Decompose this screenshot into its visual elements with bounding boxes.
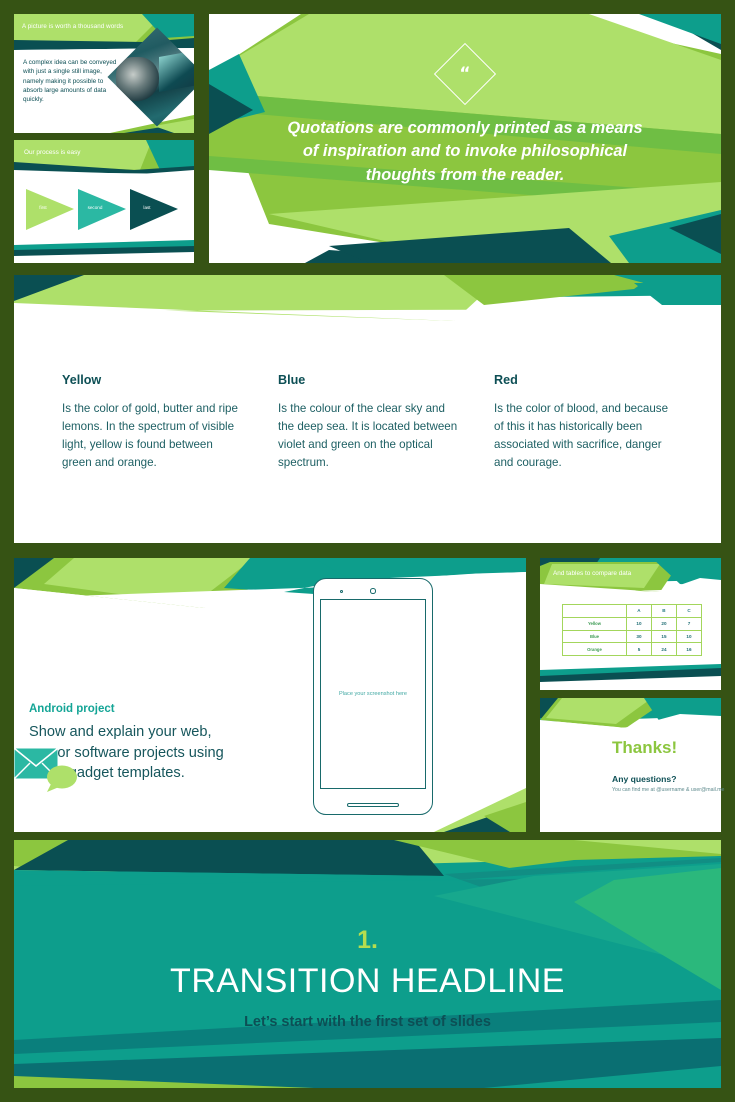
slide-thanks[interactable] bbox=[540, 698, 721, 832]
process-slide-title: Our process is easy bbox=[24, 149, 81, 156]
speech-bubble-icon bbox=[47, 765, 77, 792]
phone-screen-placeholder[interactable]: Place your screenshot here bbox=[320, 599, 426, 789]
color-column-list: Yellow Is the color of gold, butter and … bbox=[62, 373, 683, 472]
picture-slide-title: A picture is worth a thousand words bbox=[22, 23, 124, 30]
picture-slide-body: A complex idea can be conveyed with just… bbox=[23, 59, 117, 104]
column-title-blue: Blue bbox=[278, 373, 306, 387]
process-step-label-3: last bbox=[143, 205, 151, 210]
color-column-red: Red Is the color of blood, and because o… bbox=[494, 373, 674, 472]
color-column-blue: Blue Is the colour of the clear sky and … bbox=[278, 373, 458, 472]
table-cell-2-b: 15 bbox=[650, 629, 677, 644]
process-step-label-2: second bbox=[87, 205, 103, 210]
column-title-yellow: Yellow bbox=[62, 373, 102, 387]
table-row: Yellow 10 20 7 bbox=[562, 616, 703, 631]
slide-android-project[interactable] bbox=[14, 558, 526, 832]
phone-mockup[interactable]: Place your screenshot here bbox=[313, 578, 433, 815]
android-slide-background bbox=[14, 558, 526, 832]
phone-speaker-icon bbox=[347, 803, 399, 807]
quote-mark-icon: “ bbox=[459, 63, 471, 84]
table-row: Orange 5 24 16 bbox=[562, 642, 703, 657]
process-step-label-1: first bbox=[39, 205, 47, 210]
thanks-subtitle: Any questions? bbox=[612, 774, 677, 784]
comparison-table: A B C Yellow 10 20 7 Blue 30 15 10 Orang… bbox=[562, 604, 703, 657]
table-cell-3-b: 24 bbox=[650, 642, 677, 657]
table-cell-1-a: 10 bbox=[625, 616, 652, 631]
phone-placeholder-text: Place your screenshot here bbox=[338, 691, 408, 697]
table-cell-3-c: 16 bbox=[675, 642, 703, 657]
table-cell-1-c: 7 bbox=[675, 616, 703, 631]
table-col-blank bbox=[562, 604, 627, 618]
table-col-c: C bbox=[675, 604, 703, 618]
table-slide-title: And tables to compare data bbox=[553, 570, 632, 577]
table-row-label-2: Blue bbox=[562, 629, 627, 644]
transition-headline: TRANSITION HEADLINE bbox=[170, 962, 565, 1000]
phone-sensor-icon bbox=[340, 590, 343, 593]
table-row-label-1: Yellow bbox=[562, 616, 627, 631]
column-body-red: Is the color of blood, and because of th… bbox=[494, 402, 669, 469]
transition-subtitle: Let’s start with the first set of slides bbox=[244, 1014, 491, 1030]
slide-process[interactable]: Our process is easy first second last bbox=[14, 140, 194, 263]
column-body-yellow: Is the color of gold, butter and ripe le… bbox=[62, 402, 238, 469]
color-column-yellow: Yellow Is the color of gold, butter and … bbox=[62, 373, 242, 472]
table-row-label-3: Orange bbox=[562, 642, 627, 657]
slide-color-columns[interactable]: Yellow Is the color of gold, butter and … bbox=[14, 275, 721, 543]
quotation-text: Quotations are commonly printed as a mea… bbox=[287, 119, 643, 184]
table-col-a: A bbox=[625, 604, 652, 618]
thanks-slide-background bbox=[540, 698, 721, 832]
slide-transition[interactable]: 1. TRANSITION HEADLINE Let’s start with … bbox=[14, 840, 721, 1088]
slide-data-table[interactable]: And tables to compare data A B C Yellow … bbox=[540, 558, 721, 690]
table-cell-1-b: 20 bbox=[650, 616, 677, 631]
table-header-row: A B C bbox=[562, 604, 703, 618]
thanks-title: Thanks! bbox=[612, 738, 678, 757]
phone-camera-icon bbox=[370, 588, 376, 594]
column-title-red: Red bbox=[494, 373, 518, 387]
column-body-blue: Is the colour of the clear sky and the d… bbox=[278, 402, 458, 469]
table-cell-2-c: 10 bbox=[675, 629, 703, 644]
table-col-b: B bbox=[650, 604, 677, 618]
transition-number: 1. bbox=[357, 926, 378, 954]
table-row: Blue 30 15 10 bbox=[562, 629, 703, 644]
table-cell-3-a: 5 bbox=[625, 642, 652, 657]
slide-picture[interactable]: A picture is worth a thousand words A co… bbox=[14, 14, 194, 133]
android-eyebrow: Android project bbox=[29, 703, 115, 715]
thanks-contact-line: You can find me at @username & user@mail… bbox=[612, 787, 725, 793]
slide-quotation[interactable]: “ Quotations are commonly printed as a m… bbox=[209, 14, 721, 263]
slide-deck-board: A picture is worth a thousand words A co… bbox=[0, 0, 735, 1102]
table-cell-2-a: 30 bbox=[625, 629, 652, 644]
